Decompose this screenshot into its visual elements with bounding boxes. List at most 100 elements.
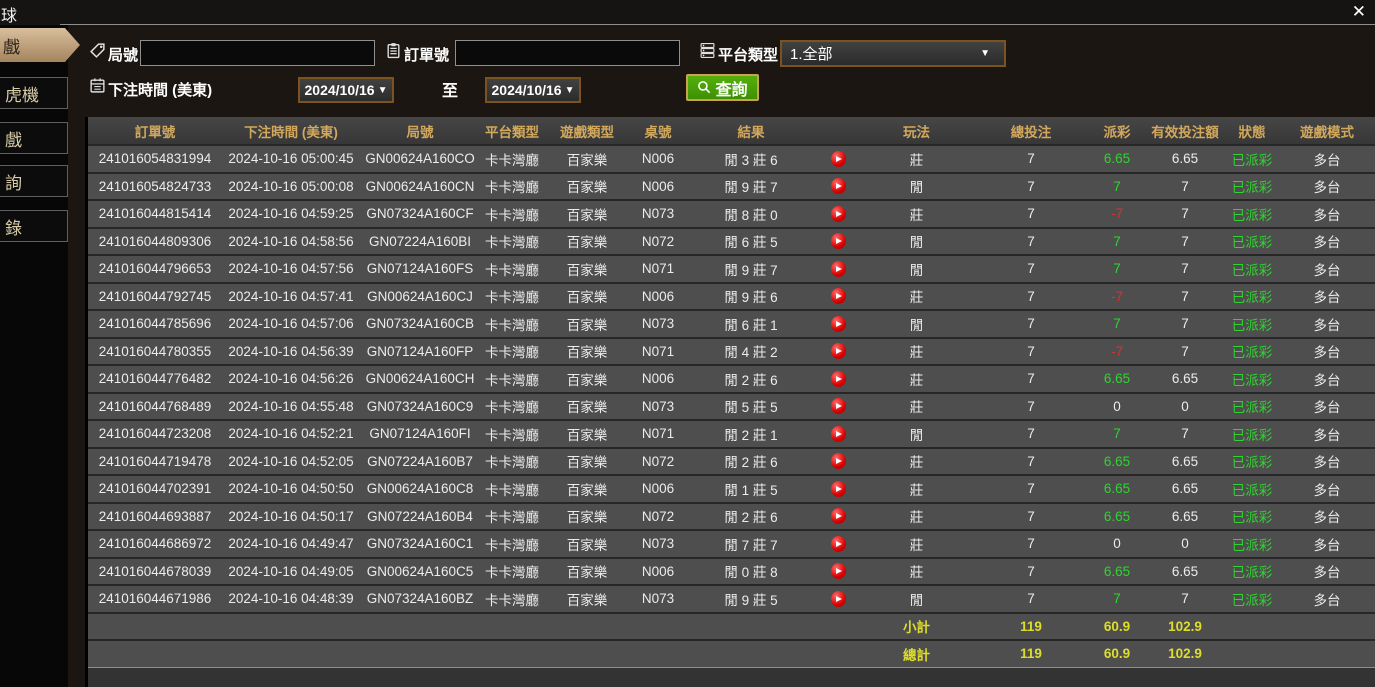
table-row: 241016044686972 2024-10-16 04:49:47 GN0732…	[88, 529, 1375, 557]
table-row: 241016044671986 2024-10-16 04:48:39 GN0732…	[88, 584, 1375, 612]
sidebar-item[interactable]: 虎機	[0, 77, 68, 109]
table-row: 241016044792745 2024-10-16 04:57:41 GN0062…	[88, 281, 1375, 309]
grand-total-game-type	[544, 641, 630, 667]
sidebar-item-active[interactable]: 戲	[0, 28, 80, 62]
round-no-input[interactable]	[140, 40, 375, 66]
cell-game-type: 百家樂	[566, 180, 608, 196]
cell-order-id: 241016044723208	[98, 426, 212, 442]
platform-type-select[interactable]: 1.全部 ▼	[780, 40, 1006, 67]
cell-table-no: N072	[641, 453, 675, 469]
cell-play-method: 閒	[909, 180, 924, 196]
table-row: 241016044678039 2024-10-16 04:49:05 GN0062…	[88, 556, 1375, 584]
cell-order-id: 241016044809306	[98, 233, 212, 249]
cell-table-no: N072	[641, 508, 675, 524]
cell-play-method: 莊	[909, 345, 924, 361]
column-header: 結果	[737, 124, 765, 140]
table-row: 241016044785696 2024-10-16 04:57:06 GN0732…	[88, 309, 1375, 337]
cell-play-method: 莊	[909, 537, 924, 553]
cell-game-type: 百家樂	[566, 262, 608, 278]
cell-game-type: 百家樂	[566, 290, 608, 306]
cell-play	[816, 201, 860, 227]
date-to-select[interactable]: 2024/10/16 ▼	[485, 77, 581, 103]
play-video-button[interactable]	[830, 205, 846, 222]
play-video-button[interactable]	[830, 398, 846, 415]
cell-platform: 卡卡灣廳	[485, 482, 539, 498]
sidebar-item[interactable]: 詢	[0, 165, 68, 197]
play-video-button[interactable]	[830, 288, 846, 305]
cell-play-method: 閒	[909, 592, 924, 608]
cell-result: 閒 2 莊 6	[724, 372, 778, 388]
table-row: 241016044719478 2024-10-16 04:52:05 GN0722…	[88, 446, 1375, 475]
column-header	[816, 117, 860, 144]
grand-total-round-id	[360, 641, 480, 667]
play-video-button[interactable]	[830, 425, 846, 442]
cell-play-method: 莊	[909, 510, 924, 526]
play-video-button[interactable]	[830, 150, 846, 167]
play-video-button[interactable]	[830, 233, 846, 250]
cell-round-id: GN07324A160C9	[366, 398, 474, 414]
play-video-button[interactable]	[830, 535, 846, 552]
close-icon[interactable]: ✕	[1352, 1, 1366, 23]
cell-total-bet: 7	[1027, 316, 1035, 332]
cell-payout: 6.65	[1103, 371, 1131, 387]
cell-result: 閒 6 莊 1	[724, 317, 778, 333]
grand-total-game-mode	[1279, 641, 1375, 667]
play-video-button[interactable]	[830, 590, 846, 607]
cell-play	[816, 449, 860, 475]
cell-result: 閒 8 莊 0	[724, 207, 778, 223]
play-video-button[interactable]	[830, 178, 846, 195]
cell-table-no: N073	[641, 206, 675, 222]
column-header: 遊戲模式	[1300, 124, 1354, 140]
subtotal-round-id	[360, 614, 480, 640]
play-video-button[interactable]	[830, 508, 846, 525]
cell-result: 閒 3 莊 6	[724, 152, 778, 168]
play-video-button[interactable]	[830, 315, 846, 332]
cell-round-id: GN00624A160CH	[365, 371, 475, 387]
cell-game-mode: 多台	[1313, 290, 1341, 306]
cell-payout: -7	[1110, 206, 1123, 222]
main-panel: 局號 訂單號 平台類型 1.全部 ▼ 下注時間 (美東) 2024/10/16 …	[68, 25, 1375, 687]
search-button[interactable]: 查詢	[686, 74, 759, 101]
play-video-button[interactable]	[830, 370, 846, 387]
cell-order-id: 241016044678039	[98, 563, 212, 579]
play-video-button[interactable]	[830, 260, 846, 277]
cell-order-id: 241016044785696	[98, 316, 212, 332]
cell-bet-time: 2024-10-16 04:48:39	[228, 591, 354, 607]
grand-total-valid-bet: 102.9	[1168, 646, 1202, 662]
cell-game-mode: 多台	[1313, 317, 1341, 333]
grand-total-play-method: 總計	[903, 647, 930, 663]
cell-play	[816, 146, 860, 172]
cell-order-id: 241016044792745	[98, 288, 212, 304]
cell-platform: 卡卡灣廳	[485, 290, 539, 306]
grand-total-total-bet: 119	[1020, 646, 1042, 662]
cell-play-method: 閒	[909, 427, 924, 443]
cell-game-mode: 多台	[1313, 400, 1341, 416]
play-video-button[interactable]	[830, 480, 846, 497]
cell-platform: 卡卡灣廳	[485, 207, 539, 223]
cell-total-bet: 7	[1027, 426, 1035, 442]
cell-bet-time: 2024-10-16 04:57:56	[228, 261, 354, 277]
cell-bet-time: 2024-10-16 04:56:39	[228, 343, 354, 359]
cell-total-bet: 7	[1027, 151, 1035, 167]
order-no-input[interactable]	[455, 40, 680, 66]
platform-type-value: 1.全部	[790, 46, 833, 63]
play-icon	[836, 485, 842, 492]
cell-status: 已派彩	[1231, 510, 1273, 526]
cell-game-type: 百家樂	[566, 537, 608, 553]
sidebar-item[interactable]: 戲	[0, 122, 68, 154]
cell-total-bet: 7	[1027, 536, 1035, 552]
play-video-button[interactable]	[830, 453, 846, 470]
date-from-select[interactable]: 2024/10/16 ▼	[298, 77, 394, 103]
play-video-button[interactable]	[830, 563, 846, 580]
subtotal-payout: 60.9	[1103, 618, 1131, 634]
cell-status: 已派彩	[1231, 345, 1273, 361]
cell-order-id: 241016044693887	[98, 508, 212, 524]
cell-play-method: 莊	[909, 152, 924, 168]
sidebar-item[interactable]: 錄	[0, 210, 68, 242]
play-icon	[836, 430, 842, 437]
cell-status: 已派彩	[1231, 317, 1273, 333]
cell-platform: 卡卡灣廳	[485, 537, 539, 553]
cell-bet-time: 2024-10-16 04:55:48	[228, 398, 354, 414]
table-row: 241016044780355 2024-10-16 04:56:39 GN0712…	[88, 336, 1375, 364]
play-video-button[interactable]	[830, 343, 846, 360]
